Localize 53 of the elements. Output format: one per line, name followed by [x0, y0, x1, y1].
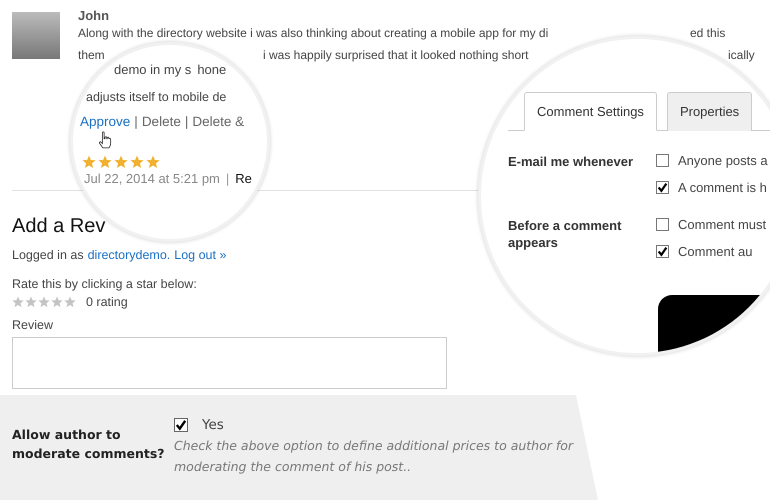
approve-link[interactable]: Approve — [80, 114, 130, 129]
checkbox[interactable] — [174, 418, 188, 432]
star-icon[interactable] — [38, 296, 50, 308]
checkbox[interactable] — [656, 245, 669, 258]
separator: | — [226, 171, 230, 186]
star-icon — [114, 155, 128, 169]
avatar-photo-placeholder — [12, 12, 60, 59]
comment-text: them — [78, 48, 105, 63]
option-label: Anyone posts a — [678, 153, 768, 168]
checkbox[interactable] — [656, 218, 669, 231]
option-label: Comment must — [678, 217, 766, 232]
star-icon — [130, 155, 144, 169]
separator: | — [184, 114, 188, 129]
settings-tab[interactable]: Properties — [666, 92, 752, 131]
comment-date: Jul 22, 2014 at 5:21 pm — [84, 171, 220, 186]
star-icon[interactable] — [51, 296, 63, 308]
star-icon[interactable] — [25, 296, 37, 308]
username-link[interactable]: directorydemo. — [88, 248, 170, 262]
rating-count: 0 rating — [86, 295, 128, 309]
checkbox[interactable] — [656, 181, 669, 194]
star-icon[interactable] — [12, 296, 24, 308]
comment-text: ically — [728, 48, 755, 63]
delete-link[interactable]: Delete & — [192, 114, 244, 129]
logout-link[interactable]: Log out » — [174, 248, 226, 262]
star-icon — [146, 155, 160, 169]
star-icon[interactable] — [64, 296, 76, 308]
comment-text: i was happily surprised that it looked nothing short — [263, 48, 528, 63]
star-icon — [82, 155, 96, 169]
review-field[interactable] — [12, 337, 447, 389]
hand-cursor-icon — [98, 131, 112, 149]
setting-label: Before a comment appears — [508, 217, 622, 252]
review-label: Review — [12, 318, 54, 332]
comment-text: adjusts itself to mobile de — [86, 90, 226, 104]
logged-in-text: Logged in as — [12, 248, 84, 262]
comment-text: Along with the directory website i was also thinking about creating a mobile app for my di — [78, 26, 548, 41]
star-icon — [98, 155, 112, 169]
reply-link[interactable]: Re — [235, 171, 252, 186]
comment-author: John — [78, 8, 110, 23]
comment-text: demo in my s — [114, 62, 192, 77]
rate-prompt: Rate this by clicking a star below: — [12, 277, 198, 291]
option-label: Yes — [202, 417, 224, 433]
delete-link[interactable]: Delete — [142, 114, 181, 129]
comment-text: hone — [197, 62, 226, 77]
setting-label: E-mail me whenever — [508, 153, 634, 171]
option-label: Comment au — [678, 244, 752, 259]
form-heading: Add a Rev — [12, 215, 106, 237]
hint-text: Check the above option to define additional prices to author for moderating the comment of his post.. — [174, 437, 574, 476]
separator: | — [134, 114, 138, 129]
setting-label: Allow author to moderate comments? — [12, 426, 166, 463]
option-label: A comment is h — [678, 180, 767, 195]
comment-text: ed this — [690, 26, 726, 41]
settings-tab[interactable]: Comment Settings — [524, 92, 657, 131]
checkbox[interactable] — [656, 154, 669, 167]
